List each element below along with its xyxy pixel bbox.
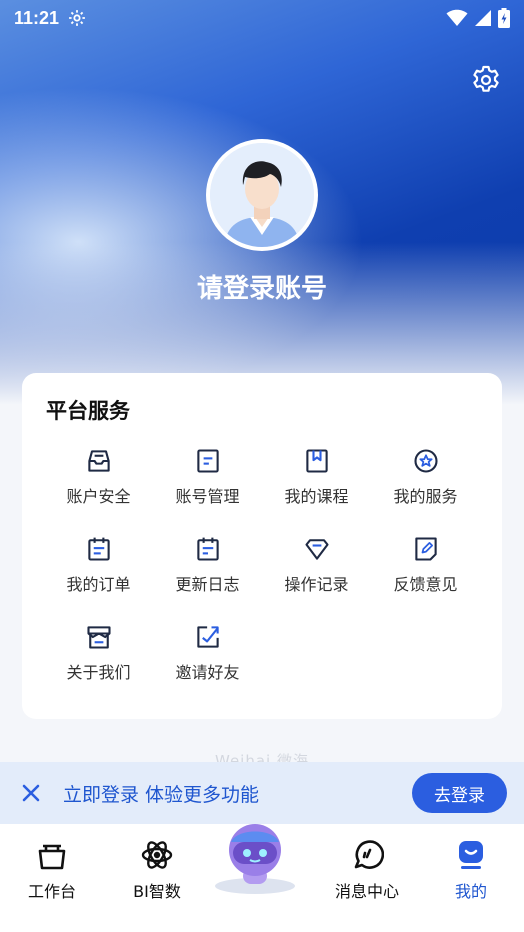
inbox-icon — [87, 450, 110, 472]
service-feedback[interactable]: 反馈意见 — [371, 535, 480, 595]
status-icons — [446, 8, 510, 28]
service-my-courses[interactable]: 我的课程 — [262, 447, 371, 507]
store-icon — [86, 626, 111, 649]
bottom-tab-bar: 工作台 BI智数 消息中心 我的 — [0, 824, 524, 932]
service-label: 邀请好友 — [175, 663, 240, 682]
service-label: 反馈意见 — [393, 575, 458, 594]
service-label: 我的订单 — [66, 575, 131, 594]
tab-workbench[interactable]: 工作台 — [2, 838, 102, 902]
login-banner: 立即登录 体验更多功能 去登录 — [0, 762, 524, 824]
chat-icon — [354, 840, 384, 869]
service-label: 账户安全 — [66, 487, 131, 506]
service-label: 我的服务 — [393, 487, 458, 506]
service-update-log[interactable]: 更新日志 — [153, 535, 262, 595]
service-label: 关于我们 — [66, 663, 131, 682]
service-about-us[interactable]: 关于我们 — [44, 623, 153, 683]
login-button[interactable]: 去登录 — [412, 773, 507, 813]
service-my-services[interactable]: 我的服务 — [371, 447, 480, 507]
star-badge-icon — [413, 449, 438, 473]
login-prompt[interactable]: 请登录账号 — [0, 268, 524, 305]
services-grid: 账户安全 账号管理 我的课程 我的服务 我的订单 更新日志 操作记录 反馈意见 … — [44, 447, 480, 683]
service-account-security[interactable]: 账户安全 — [44, 447, 153, 507]
tab-label: 我的 — [454, 882, 487, 901]
service-label: 账号管理 — [175, 487, 240, 506]
close-icon[interactable] — [19, 781, 43, 805]
tab-label: 工作台 — [27, 882, 76, 901]
ai-assistant-icon[interactable] — [212, 824, 298, 894]
battery-icon — [498, 8, 510, 28]
avatar[interactable] — [206, 139, 318, 251]
bookmark-icon — [305, 449, 328, 473]
tab-mine[interactable]: 我的 — [421, 838, 521, 902]
tab-bi[interactable]: BI智数 — [107, 838, 207, 902]
clipboard-icon — [87, 537, 110, 561]
document-icon — [196, 449, 219, 473]
service-operation-log[interactable]: 操作记录 — [262, 535, 371, 595]
section-title: 平台服务 — [46, 399, 130, 423]
tab-messages[interactable]: 消息中心 — [317, 838, 417, 902]
profile-icon — [459, 841, 483, 869]
service-label: 更新日志 — [175, 575, 240, 594]
tab-label: BI智数 — [133, 882, 181, 901]
signal-icon — [475, 10, 491, 26]
service-account-management[interactable]: 账号管理 — [153, 447, 262, 507]
share-icon — [196, 626, 219, 648]
atom-icon — [141, 841, 173, 869]
calendar-icon — [196, 537, 219, 561]
tab-label: 消息中心 — [334, 882, 399, 901]
platform-services-card: 平台服务 账户安全 账号管理 我的课程 我的服务 我的订单 更新日志 操作记录 … — [22, 373, 502, 719]
status-bar: 11:21 — [0, 0, 524, 36]
wifi-icon — [446, 9, 468, 26]
status-time: 11:21 — [14, 7, 60, 28]
service-invite-friends[interactable]: 邀请好友 — [153, 623, 262, 683]
edit-icon — [414, 537, 437, 561]
settings-icon[interactable] — [470, 64, 502, 96]
service-label: 我的课程 — [284, 487, 349, 506]
gear-icon — [69, 10, 85, 26]
banner-text: 立即登录 体验更多功能 — [63, 783, 260, 806]
avatar-illustration — [210, 143, 314, 247]
service-my-orders[interactable]: 我的订单 — [44, 535, 153, 595]
bag-icon — [38, 844, 66, 870]
service-label: 操作记录 — [284, 575, 349, 594]
diamond-icon — [304, 539, 329, 560]
